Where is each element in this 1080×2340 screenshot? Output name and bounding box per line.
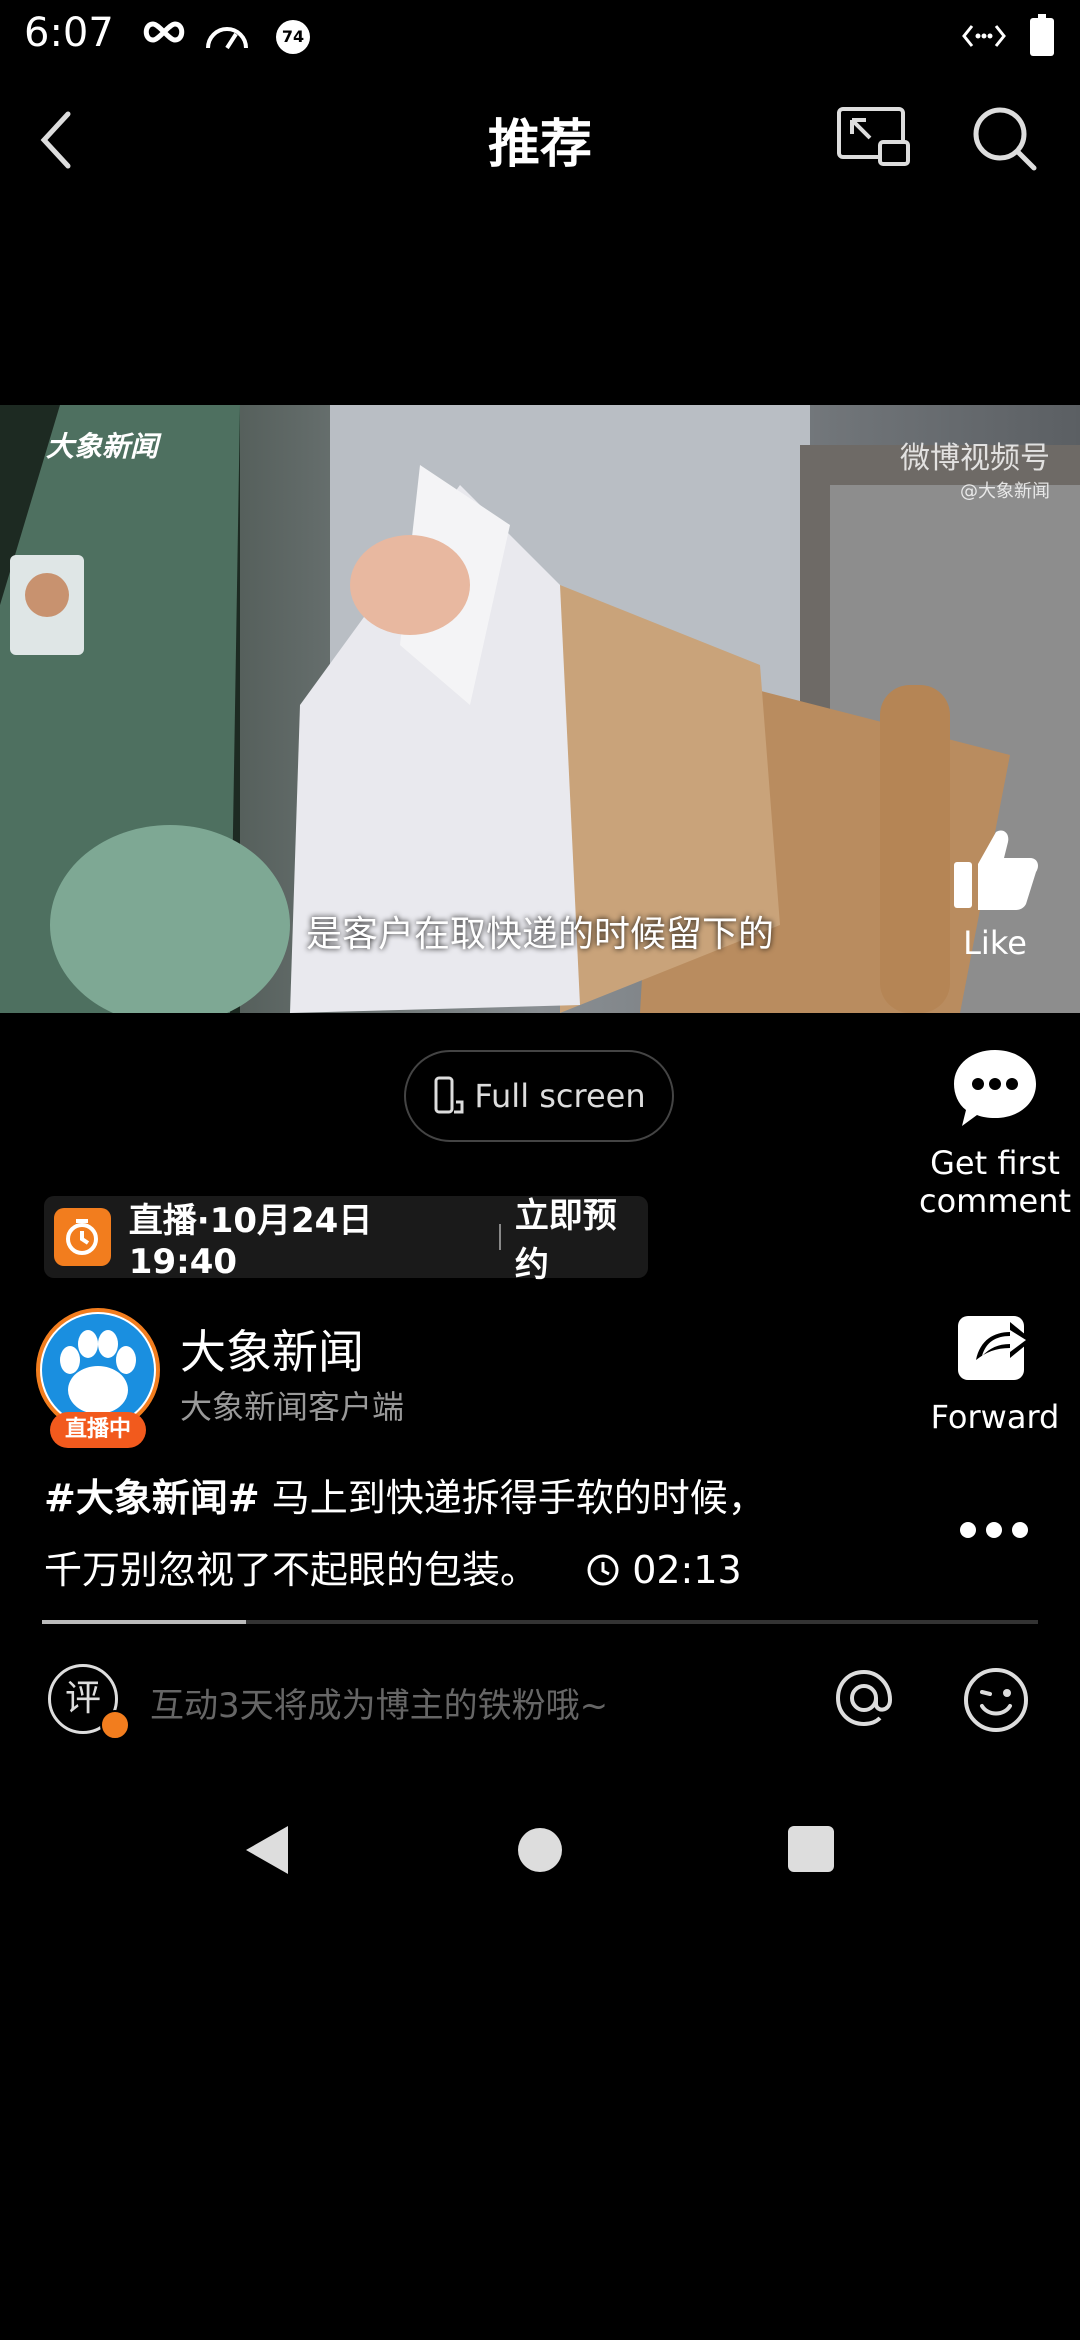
infinity-icon (143, 21, 185, 43)
mention-icon[interactable] (832, 1666, 896, 1730)
comment-label: Get first comment (918, 1144, 1072, 1220)
nav-back-icon[interactable] (244, 1824, 290, 1876)
emoji-icon[interactable] (962, 1666, 1030, 1734)
clock-icon (587, 1554, 619, 1586)
data-transfer-icon (962, 25, 1006, 47)
post-text-line2: 千万别忽视了不起眼的包装。 (44, 1548, 539, 1592)
video-watermark: 微博视频号 @大象新闻 (900, 433, 1050, 503)
share-forward-icon (958, 1316, 1032, 1380)
live-badge: 直播中 (50, 1412, 146, 1448)
nav-recents-icon[interactable] (788, 1826, 834, 1872)
author-name[interactable]: 大象新闻 (180, 1316, 364, 1382)
watermark-sub: @大象新闻 (960, 481, 1050, 502)
forward-button[interactable]: Forward (900, 1306, 1080, 1436)
video-duration: 02:13 (586, 1548, 742, 1592)
paw-logo-icon (42, 1314, 154, 1426)
video-progress-bar[interactable] (42, 1620, 1038, 1624)
post-line-1: #大象新闻# 马上到快递拆得手软的时候， (44, 1462, 844, 1534)
post-text: #大象新闻# 马上到快递拆得手软的时候， 千万别忽视了不起眼的包装。 02:13 (44, 1462, 844, 1606)
full-screen-button[interactable]: Full screen (404, 1050, 674, 1142)
hashtag-link[interactable]: #大象新闻# (44, 1476, 260, 1520)
forward-label: Forward (930, 1398, 1060, 1436)
comment-bar: 评 互动3天将成为博主的铁粉哦~ (0, 1660, 1080, 1740)
like-button[interactable]: Like (900, 826, 1080, 962)
phone-rotate-icon (434, 1076, 464, 1114)
comment-button[interactable]: Get first comment (900, 1046, 1080, 1220)
divider (498, 1224, 501, 1250)
nav-home-icon[interactable] (518, 1828, 562, 1872)
post-line-2: 千万别忽视了不起眼的包装。 02:13 (44, 1534, 844, 1606)
full-screen-label: Full screen (474, 1077, 646, 1115)
search-icon[interactable] (970, 104, 1040, 174)
live-time-text: 直播·10月24日 19:40 (128, 1200, 373, 1282)
status-time: 6:07 (24, 10, 114, 56)
like-label: Like (963, 924, 1027, 962)
reserve-now-link[interactable]: 立即预约 (515, 1188, 648, 1286)
video-progress-fill (42, 1620, 247, 1624)
picture-in-picture-icon[interactable] (836, 106, 912, 170)
video-brand-logo: 大象新闻 (46, 430, 159, 463)
author-subtitle: 大象新闻客户端 (180, 1388, 405, 1426)
speedometer-icon (206, 27, 248, 50)
comment-bubble-icon (954, 1050, 1036, 1126)
live-reservation-banner[interactable]: 直播·10月24日 19:40 立即预约 (44, 1196, 648, 1285)
comment-icon-text: 评 (64, 1678, 101, 1719)
post-text-line1: 马上到快递拆得手软的时候， (271, 1476, 766, 1520)
thumbs-up-icon (954, 830, 1038, 910)
more-options-icon[interactable] (958, 1520, 1030, 1540)
alarm-clock-icon (54, 1208, 111, 1266)
duration-text: 02:13 (632, 1548, 742, 1592)
verified-badge-icon (100, 1710, 130, 1740)
top-bar: 推荐 (0, 72, 1080, 202)
page-title: 推荐 (487, 115, 592, 175)
watermark-text: 微博视频号 (900, 441, 1050, 476)
battery-level-badge: 74 (276, 20, 310, 54)
status-bar: 6:07 74 (0, 0, 1080, 72)
battery-icon (1030, 14, 1054, 56)
comment-input[interactable]: 互动3天将成为博主的铁粉哦~ (150, 1678, 608, 1727)
